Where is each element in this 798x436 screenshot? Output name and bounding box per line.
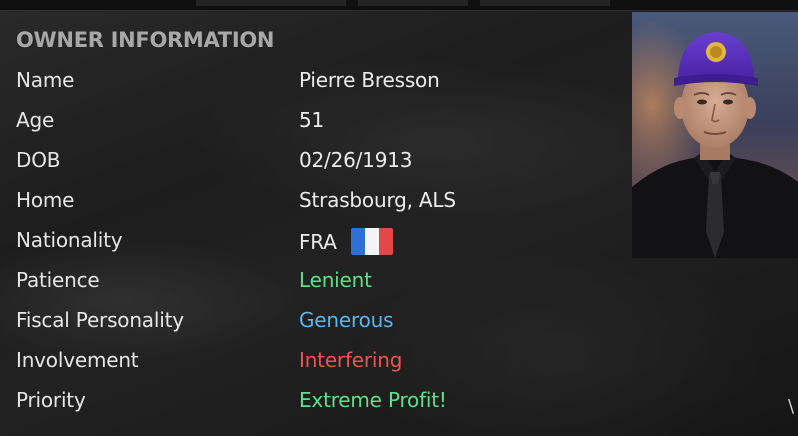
row-value: Strasbourg, ALS: [299, 188, 456, 212]
row-label: Patience: [16, 268, 100, 292]
info-row-nationality: Nationality FRA: [0, 220, 620, 260]
owner-portrait: [632, 12, 798, 258]
row-label: DOB: [16, 148, 61, 172]
france-flag-icon: [350, 228, 393, 255]
row-label: Nationality: [16, 228, 123, 252]
row-value: Interfering: [299, 348, 403, 372]
info-row-fiscal-personality: Fiscal Personality Generous: [0, 300, 620, 340]
row-value: 51: [299, 108, 325, 132]
flag-stripe-blue: [350, 228, 365, 255]
info-row-name: Name Pierre Bresson: [0, 60, 620, 100]
tab-edge: [196, 0, 346, 6]
row-value: Pierre Bresson: [299, 68, 440, 92]
row-value: Generous: [299, 308, 394, 332]
row-value: FRA: [299, 228, 393, 255]
owner-portrait-image: [632, 12, 798, 258]
flag-stripe-white: [364, 228, 379, 255]
flag-stripe-red: [378, 228, 393, 255]
nationality-code: FRA: [299, 229, 337, 254]
row-value: 02/26/1913: [299, 148, 413, 172]
row-label: Priority: [16, 388, 86, 412]
row-label: Name: [16, 68, 75, 92]
corner-glyph: \: [788, 396, 795, 417]
tab-edge: [480, 0, 610, 6]
row-label: Fiscal Personality: [16, 308, 184, 332]
info-row-involvement: Involvement Interfering: [0, 340, 620, 380]
info-row-dob: DOB 02/26/1913: [0, 140, 620, 180]
info-row-home: Home Strasbourg, ALS: [0, 180, 620, 220]
info-row-age: Age 51: [0, 100, 620, 140]
info-row-priority: Priority Extreme Profit!: [0, 380, 620, 420]
info-row-patience: Patience Lenient: [0, 260, 620, 300]
tab-edge: [358, 0, 468, 6]
row-label: Age: [16, 108, 55, 132]
row-label: Involvement: [16, 348, 139, 372]
top-tab-strip: [0, 0, 798, 11]
owner-info-panel: OWNER INFORMATION Name Pierre Bresson Ag…: [0, 0, 798, 436]
row-value: Extreme Profit!: [299, 388, 447, 412]
row-label: Home: [16, 188, 75, 212]
row-value: Lenient: [299, 268, 372, 292]
section-title: OWNER INFORMATION: [16, 28, 275, 52]
